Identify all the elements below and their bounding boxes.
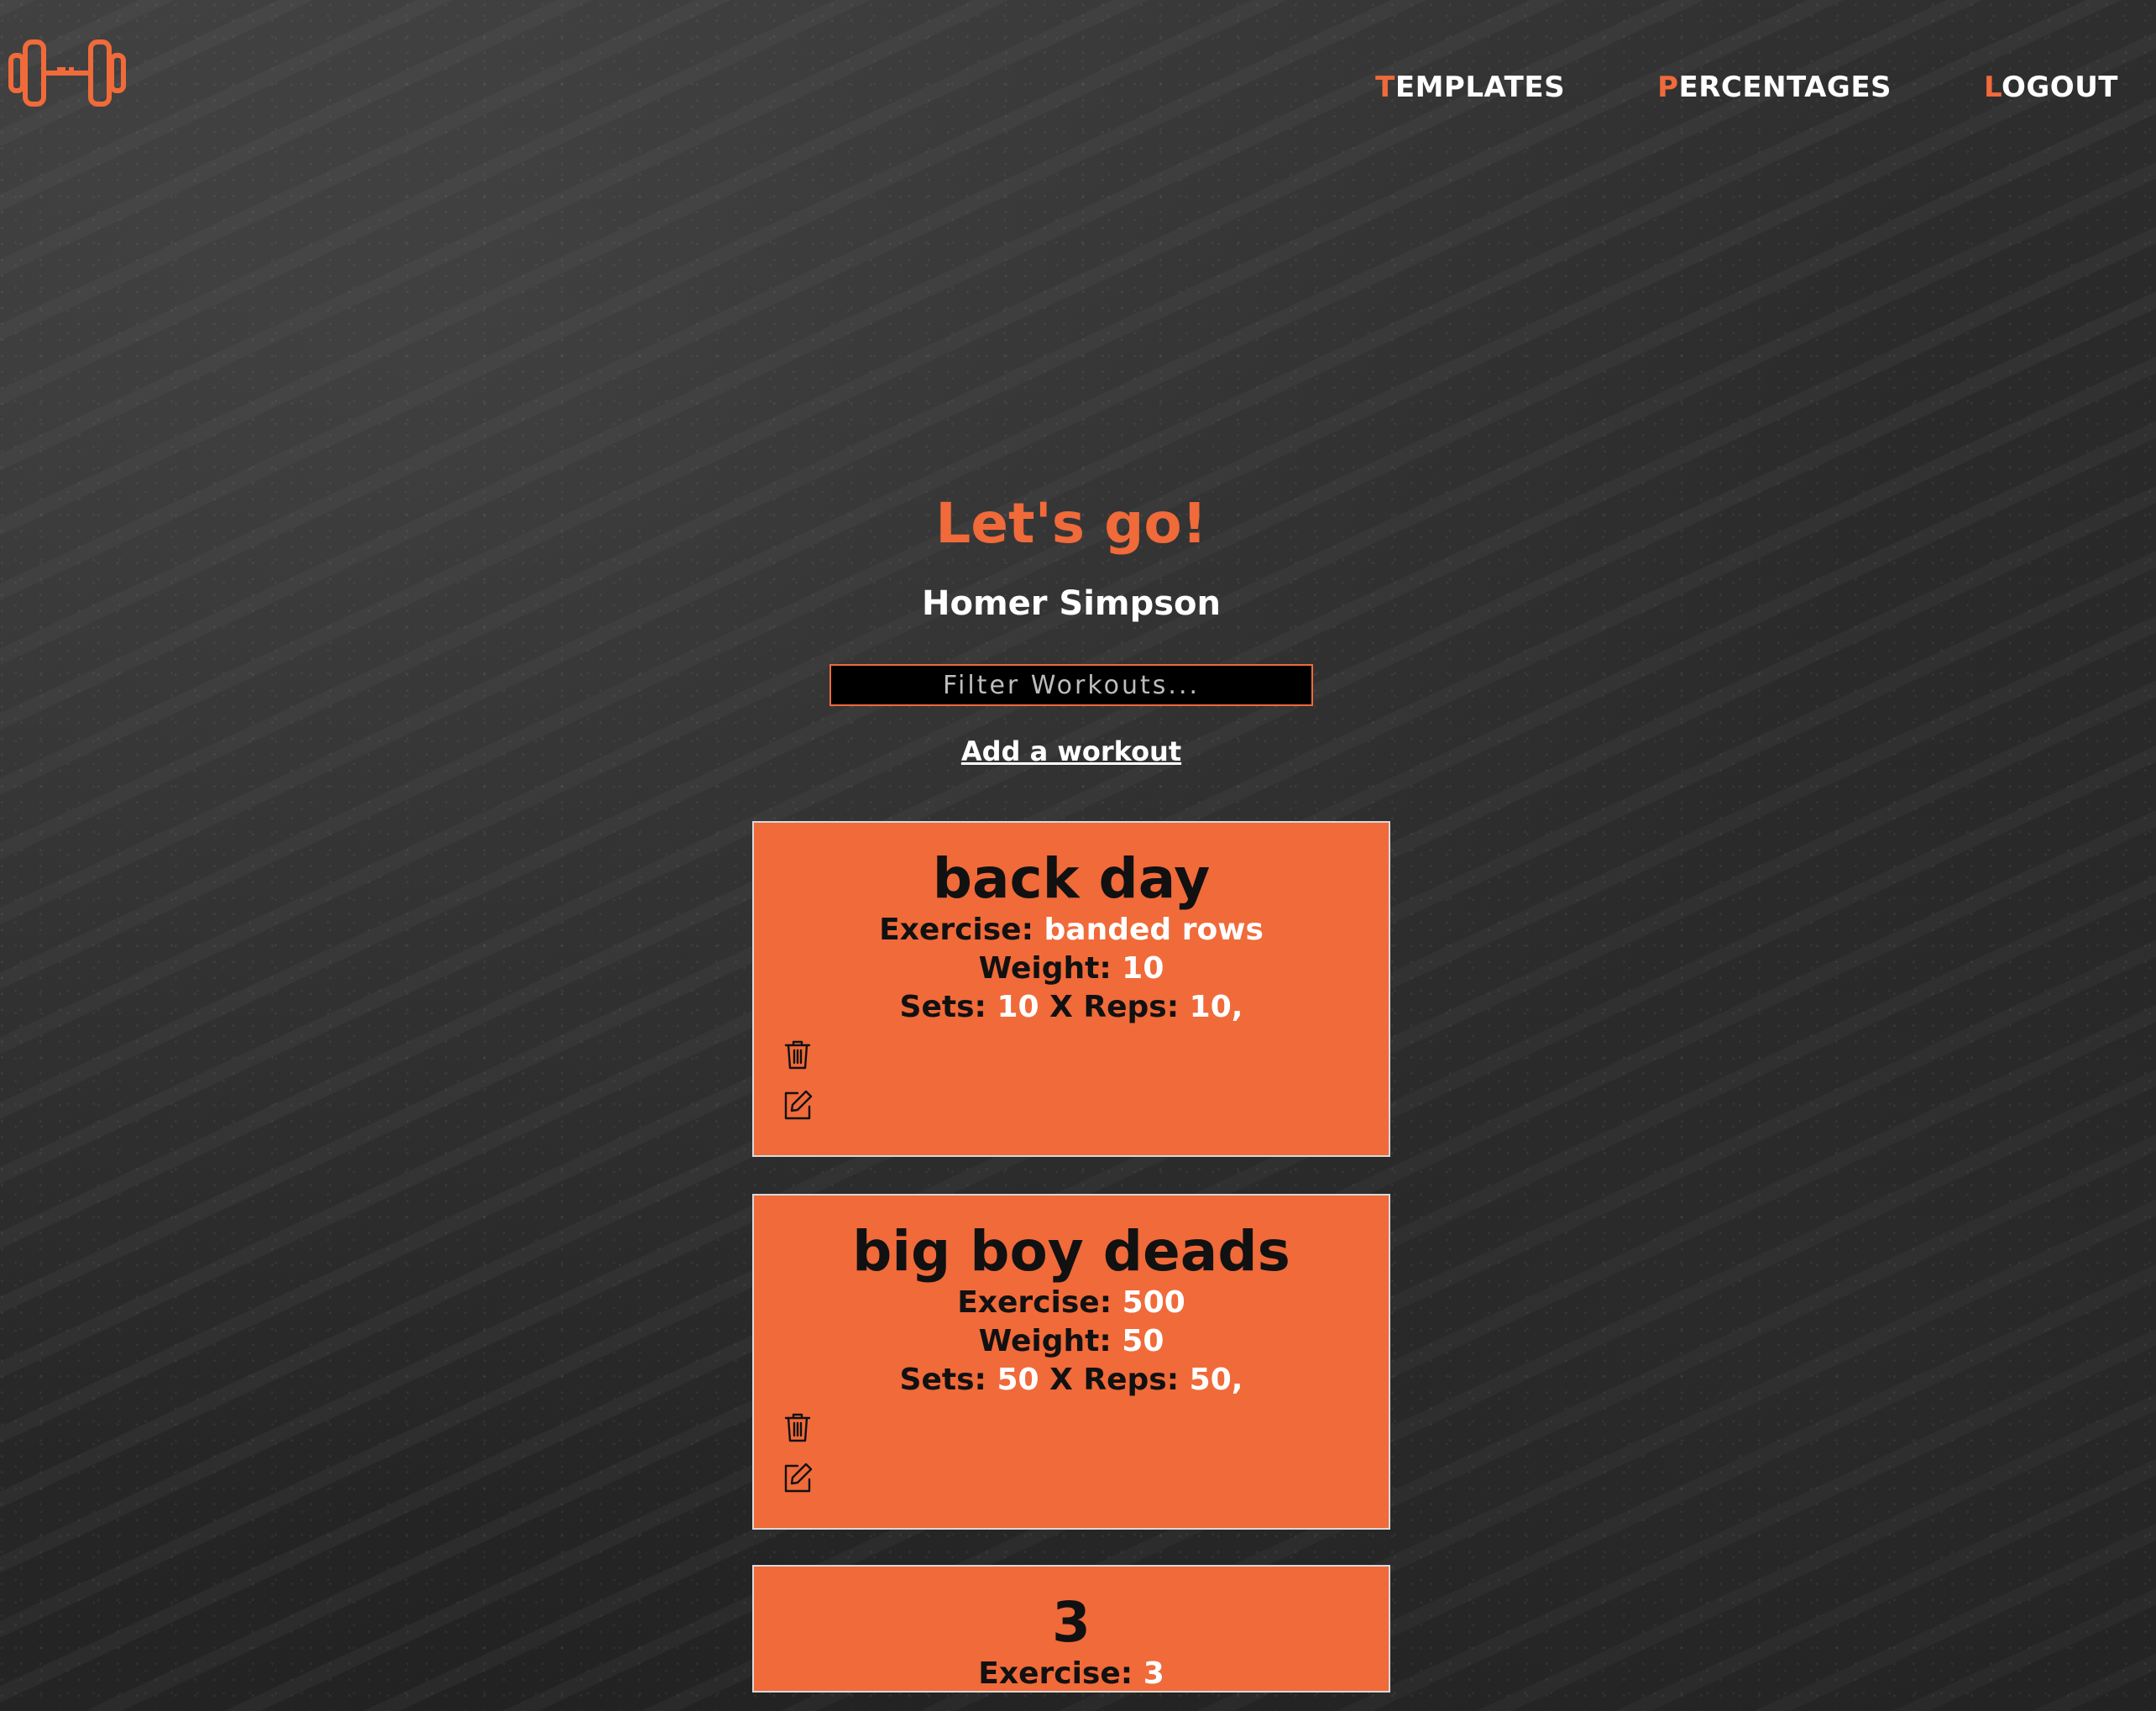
- nav-percentages[interactable]: PERCENTAGES: [1657, 71, 1892, 104]
- sets-value: 50: [997, 1363, 1039, 1398]
- nav-logout[interactable]: LOGOUT: [1984, 71, 2118, 104]
- reps-label: X Reps:: [1039, 990, 1190, 1025]
- reps-value: 50,: [1189, 1363, 1243, 1398]
- workout-exercise: Exercise: 3: [754, 1655, 1389, 1692]
- sets-label: Sets:: [899, 1363, 997, 1398]
- workout-sets-reps: Sets: 50 X Reps: 50,: [754, 1361, 1389, 1400]
- workout-name: big boy deads: [852, 1219, 1290, 1284]
- weight-label: Weight:: [978, 951, 1122, 986]
- page-title: Let's go!: [935, 491, 1207, 556]
- exercise-label: Exercise:: [978, 1656, 1143, 1692]
- trash-icon[interactable]: [781, 1410, 814, 1444]
- workout-name: back day: [932, 846, 1211, 911]
- nav-templates-initial: T: [1375, 71, 1395, 104]
- nav-templates[interactable]: TEMPLATES: [1375, 71, 1565, 104]
- workout-exercise: Exercise: banded rows: [754, 911, 1389, 950]
- trash-icon[interactable]: [781, 1038, 814, 1071]
- sets-value: 10: [997, 990, 1039, 1025]
- workout-card: 3 Exercise: 3: [752, 1565, 1390, 1693]
- nav-templates-label: EMPLATES: [1395, 71, 1566, 104]
- workout-exercise: Exercise: 500: [754, 1284, 1389, 1322]
- exercise-value: 3: [1143, 1656, 1164, 1692]
- workout-weight: Weight: 50: [754, 1322, 1389, 1361]
- reps-label: X Reps:: [1039, 1363, 1190, 1398]
- weight-label: Weight:: [978, 1324, 1122, 1359]
- workout-sets-reps: Sets: 10 X Reps: 10,: [754, 988, 1389, 1027]
- reps-value: 10,: [1189, 990, 1243, 1025]
- exercise-label: Exercise:: [879, 913, 1044, 948]
- weight-value: 50: [1122, 1324, 1164, 1359]
- workout-weight: Weight: 10: [754, 950, 1389, 988]
- nav-percentages-label: ERCENTAGES: [1678, 71, 1892, 104]
- card-actions: [781, 1410, 814, 1494]
- add-workout-link[interactable]: Add a workout: [961, 735, 1181, 767]
- card-actions: [781, 1038, 814, 1122]
- dumbbell-logo-icon[interactable]: [8, 37, 126, 109]
- filter-workouts-input[interactable]: [829, 664, 1313, 706]
- workout-name: 3: [1052, 1590, 1091, 1655]
- workout-card: back day Exercise: banded rows Weight: 1…: [752, 821, 1390, 1157]
- workout-card: big boy deads Exercise: 500 Weight: 50 S…: [752, 1194, 1390, 1530]
- edit-icon[interactable]: [781, 1461, 814, 1494]
- exercise-value: banded rows: [1044, 913, 1264, 948]
- weight-value: 10: [1122, 951, 1164, 986]
- sets-label: Sets:: [899, 990, 997, 1025]
- exercise-label: Exercise:: [957, 1285, 1122, 1321]
- exercise-value: 500: [1122, 1285, 1185, 1321]
- user-name: Homer Simpson: [921, 584, 1221, 623]
- nav-logout-initial: L: [1984, 71, 2002, 104]
- nav-percentages-initial: P: [1657, 71, 1679, 104]
- top-nav: TEMPLATES PERCENTAGES LOGOUT: [1375, 71, 2118, 104]
- edit-icon[interactable]: [781, 1088, 814, 1122]
- nav-logout-label: OGOUT: [2001, 71, 2118, 104]
- add-workout-container: Add a workout: [0, 735, 2143, 767]
